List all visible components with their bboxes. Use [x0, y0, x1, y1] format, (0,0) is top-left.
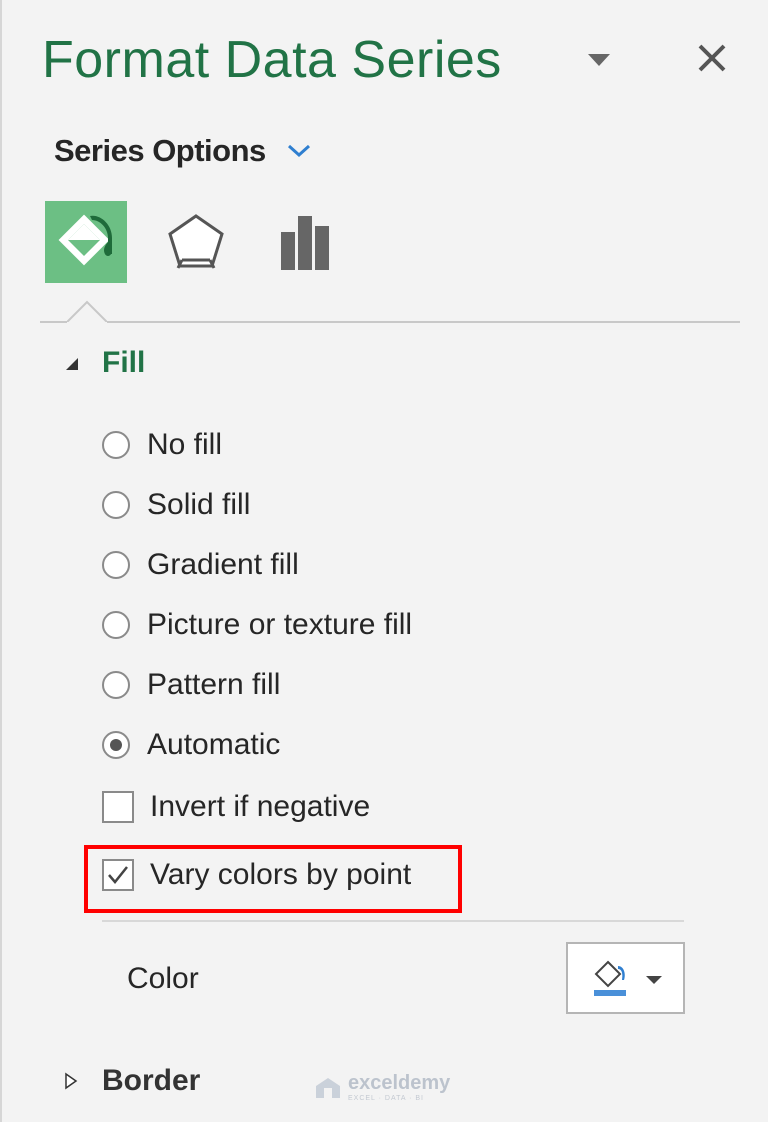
expand-triangle-icon: [65, 1072, 78, 1090]
tab-effects[interactable]: [155, 201, 237, 283]
radio-pattern-fill[interactable]: Pattern fill: [102, 668, 280, 702]
paint-bucket-icon: [58, 214, 112, 266]
radio-picture-texture-fill[interactable]: Picture or texture fill: [102, 608, 412, 642]
radio-circle[interactable]: [102, 551, 130, 579]
radio-circle[interactable]: [102, 671, 130, 699]
fill-group-header[interactable]: Fill: [62, 346, 145, 380]
radio-no-fill[interactable]: No fill: [102, 428, 222, 462]
border-group-header[interactable]: Border: [62, 1064, 200, 1098]
format-data-series-pane: Format Data Series Series Options Fill N…: [0, 0, 768, 1122]
chevron-down-icon: [287, 144, 310, 158]
fill-color-button[interactable]: [566, 942, 685, 1014]
tab-fill-line[interactable]: [45, 201, 127, 283]
exceldemy-watermark: exceldemy EXCEL · DATA · BI: [314, 1073, 450, 1102]
section-divider: [102, 920, 684, 922]
checkbox-label: Invert if negative: [150, 790, 371, 823]
radio-dot: [110, 739, 122, 751]
radio-circle[interactable]: [102, 431, 130, 459]
pane-title: Format Data Series: [42, 31, 502, 89]
radio-label: Pattern fill: [147, 668, 281, 701]
series-options-label: Series Options: [54, 133, 266, 168]
radio-gradient-fill[interactable]: Gradient fill: [102, 548, 299, 582]
collapse-triangle-icon: [66, 358, 78, 370]
radio-label: No fill: [147, 428, 223, 461]
radio-label: Gradient fill: [147, 548, 299, 581]
checkbox-box[interactable]: [102, 791, 134, 823]
radio-solid-fill[interactable]: Solid fill: [102, 488, 250, 522]
checkbox-invert-if-negative[interactable]: Invert if negative: [102, 790, 370, 824]
border-group-label: Border: [102, 1064, 201, 1097]
radio-label: Picture or texture fill: [147, 608, 413, 641]
highlight-annotation-box: [84, 845, 462, 913]
close-button[interactable]: [690, 36, 734, 80]
radio-label: Solid fill: [147, 488, 251, 521]
radio-circle[interactable]: [102, 491, 130, 519]
task-pane-options-dropdown[interactable]: [588, 54, 610, 66]
radio-label: Automatic: [147, 728, 281, 761]
active-tab-pointer: [67, 300, 107, 324]
radio-circle[interactable]: [102, 611, 130, 639]
fill-group-label: Fill: [102, 346, 146, 379]
tab-series-options[interactable]: [264, 201, 346, 283]
close-icon: [698, 44, 726, 72]
radio-circle-selected[interactable]: [102, 731, 130, 759]
fill-color-icon: [593, 960, 626, 996]
pentagon-icon: [168, 214, 224, 269]
watermark-tagline: EXCEL · DATA · BI: [348, 1095, 424, 1102]
dropdown-caret-icon: [645, 976, 662, 984]
watermark-name: exceldemy: [348, 1072, 451, 1094]
radio-automatic[interactable]: Automatic: [102, 728, 280, 762]
series-options-selector[interactable]: Series Options: [54, 133, 312, 169]
color-label: Color: [127, 962, 199, 995]
bar-chart-icon: [281, 216, 329, 270]
exceldemy-logo-icon: [316, 1077, 340, 1098]
tabs-divider: [40, 321, 740, 323]
